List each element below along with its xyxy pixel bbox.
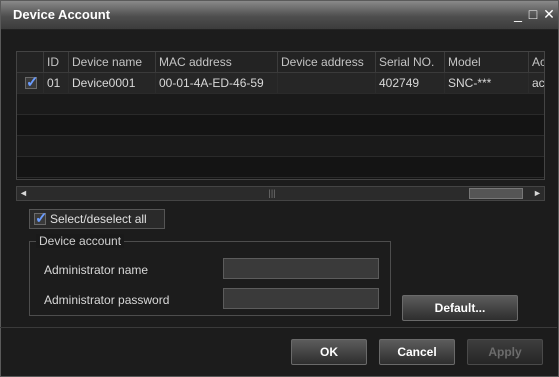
select-all-label: Select/deselect all [50, 212, 147, 226]
table-header: ID Device name MAC address Device addres… [17, 52, 544, 73]
footer-divider [0, 327, 557, 328]
select-all-checkbox[interactable] [34, 209, 48, 227]
table-row[interactable]: 01 Device0001 00-01-4A-ED-46-59 402749 S… [17, 73, 544, 94]
row-device-name: Device0001 [69, 73, 156, 93]
empty-row [17, 136, 544, 157]
cancel-button[interactable]: Cancel [379, 339, 455, 365]
admin-name-label: Administrator name [44, 263, 149, 277]
admin-name-input[interactable] [223, 258, 379, 279]
col-header-id[interactable]: ID [44, 52, 69, 72]
scroll-right-icon[interactable]: ► [531, 187, 544, 200]
scroll-thumb[interactable] [469, 188, 523, 199]
row-mac-address: 00-01-4A-ED-46-59 [156, 73, 278, 93]
device-account-legend: Device account [36, 234, 125, 248]
empty-row [17, 115, 544, 136]
scroll-left-icon[interactable]: ◄ [17, 187, 30, 200]
window-title: Device Account [13, 7, 111, 22]
col-header-check[interactable] [17, 52, 44, 72]
row-model: SNC-*** [445, 73, 529, 93]
admin-password-label: Administrator password [44, 293, 170, 307]
apply-button[interactable]: Apply [467, 339, 543, 365]
row-check-cell[interactable] [17, 73, 44, 93]
col-header-mac-address[interactable]: MAC address [156, 52, 278, 72]
ok-button[interactable]: OK [291, 339, 367, 365]
select-all-toggle[interactable]: Select/deselect all [29, 209, 165, 229]
row-id: 01 [44, 73, 69, 93]
row-serial-no: 402749 [376, 73, 445, 93]
row-account: ac [529, 73, 544, 93]
row-device-address [278, 73, 376, 93]
minimize-icon[interactable]: _ [511, 5, 525, 23]
device-table: ID Device name MAC address Device addres… [16, 51, 545, 180]
empty-row [17, 157, 544, 178]
default-button[interactable]: Default... [402, 295, 518, 321]
col-header-serial-no[interactable]: Serial NO. [376, 52, 445, 72]
title-bar[interactable]: Device Account _ □ ✕ [1, 1, 558, 30]
horizontal-scrollbar[interactable]: ◄ ||| ► [16, 186, 545, 201]
col-header-device-name[interactable]: Device name [69, 52, 156, 72]
col-header-model[interactable]: Model [445, 52, 529, 72]
col-header-account[interactable]: Ac [529, 52, 544, 72]
empty-row [17, 94, 544, 115]
scroll-grip-icon: ||| [268, 188, 276, 198]
maximize-icon[interactable]: □ [526, 5, 540, 23]
close-icon[interactable]: ✕ [542, 5, 556, 23]
row-checkbox[interactable] [25, 73, 39, 93]
col-header-device-address[interactable]: Device address [278, 52, 376, 72]
admin-password-input[interactable] [223, 288, 379, 309]
